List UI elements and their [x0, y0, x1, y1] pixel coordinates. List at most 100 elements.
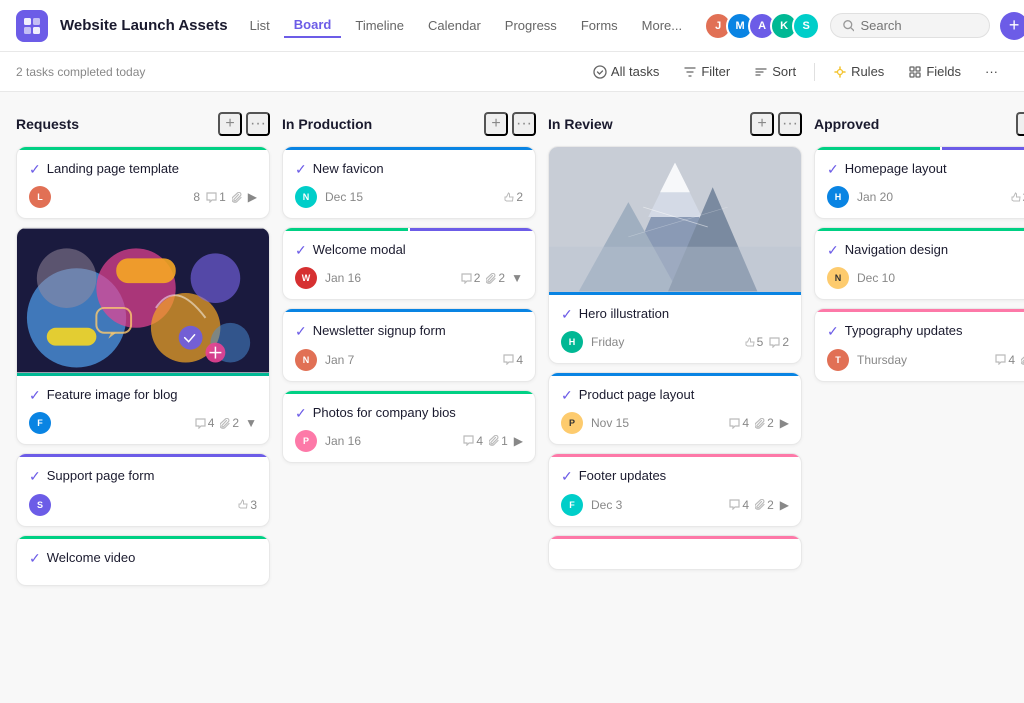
column-title-review: In Review [548, 116, 750, 132]
card-avatar: H [561, 331, 583, 353]
card-title[interactable]: Typography updates [845, 322, 963, 340]
card-support-form: ✓ Support page form S 3 [16, 453, 270, 526]
card-title[interactable]: Navigation design [845, 241, 948, 259]
card-title[interactable]: Feature image for blog [47, 386, 178, 404]
meta-expand[interactable]: ▶ [514, 434, 523, 448]
meta-comments: 2 [461, 271, 481, 285]
check-icon: ✓ [29, 161, 41, 178]
tab-forms[interactable]: Forms [571, 14, 628, 37]
card-footer: S 3 [29, 494, 257, 516]
card-body: ✓ Typography updates T Thursday 4 1 [815, 312, 1024, 380]
filter-button[interactable]: Filter [673, 60, 740, 83]
card-avatar: H [827, 186, 849, 208]
card-footer: W Jan 16 2 2 ▼ [295, 267, 523, 289]
column-header-review: In Review + ··· [548, 108, 802, 146]
meta-expand[interactable]: ▶ [248, 190, 257, 204]
card-title[interactable]: Footer updates [579, 467, 666, 485]
card-footer: N Dec 15 2 [295, 186, 523, 208]
sort-icon [754, 65, 768, 79]
card-title-row: ✓ Feature image for blog [29, 386, 257, 404]
card-title[interactable]: Homepage layout [845, 160, 947, 178]
add-card-approved[interactable]: + [1016, 112, 1024, 136]
card-navigation-design: ✓ Navigation design N Dec 10 3 [814, 227, 1024, 300]
more-review[interactable]: ··· [778, 112, 802, 136]
more-options-button[interactable]: ··· [975, 60, 1008, 83]
all-tasks-label: All tasks [611, 64, 659, 79]
card-footer: T Thursday 4 1 ▶ [827, 349, 1024, 371]
card-body-partial [549, 539, 801, 569]
all-tasks-button[interactable]: All tasks [583, 60, 669, 83]
meta-attach: 2 [486, 271, 505, 285]
card-body: ✓ New favicon N Dec 15 2 [283, 150, 535, 218]
all-tasks-icon [593, 65, 607, 79]
card-title[interactable]: Welcome modal [313, 241, 406, 259]
search-input[interactable] [860, 18, 977, 33]
card-title[interactable]: Landing page template [47, 160, 179, 178]
card-feature-image: ✓ Feature image for blog F 4 2 [16, 227, 270, 445]
meta-likes: 2 [503, 190, 523, 204]
attach-icon [755, 418, 765, 429]
check-icon: ✓ [295, 161, 307, 178]
tab-board[interactable]: Board [284, 13, 342, 38]
add-button[interactable]: + [1000, 12, 1024, 40]
tab-progress[interactable]: Progress [495, 14, 567, 37]
card-title-row: ✓ Homepage layout [827, 160, 1024, 178]
card-footer: L 8 1 ▶ [29, 186, 257, 208]
more-requests[interactable]: ··· [246, 112, 270, 136]
rules-button[interactable]: Rules [823, 60, 894, 83]
card-title[interactable]: New favicon [313, 160, 384, 178]
card-body: ✓ Support page form S 3 [17, 457, 269, 525]
card-title[interactable]: Welcome video [47, 549, 136, 567]
meta-count: 8 [193, 190, 200, 204]
sort-button[interactable]: Sort [744, 60, 806, 83]
toolbar-divider [814, 63, 815, 81]
comment-icon [769, 337, 780, 348]
column-in-production: In Production + ··· ✓ New favicon N Dec … [282, 108, 536, 471]
check-icon: ✓ [29, 550, 41, 567]
card-title[interactable]: Support page form [47, 467, 155, 485]
meta-expand[interactable]: ▼ [511, 271, 523, 285]
comment-icon [463, 435, 474, 446]
meta-comments: 4 [463, 434, 483, 448]
card-title[interactable]: Newsletter signup form [313, 322, 446, 340]
meta-expand[interactable]: ▼ [245, 416, 257, 430]
check-icon: ✓ [561, 468, 573, 485]
meta-attach [232, 192, 242, 203]
card-title-row: ✓ Welcome modal [295, 241, 523, 259]
card-body: ✓ Homepage layout H Jan 20 2 4 [815, 150, 1024, 218]
card-body: ✓ Navigation design N Dec 10 3 [815, 231, 1024, 299]
tab-calendar[interactable]: Calendar [418, 14, 491, 37]
card-footer: N Jan 7 4 [295, 349, 523, 371]
card-avatar: T [827, 349, 849, 371]
column-header-approved: Approved + ··· [814, 108, 1024, 146]
card-title[interactable]: Photos for company bios [313, 404, 456, 422]
add-card-review[interactable]: + [750, 112, 774, 136]
meta-attach: 2 [755, 416, 774, 430]
meta-expand[interactable]: ▶ [780, 498, 789, 512]
rules-icon [833, 65, 847, 79]
check-icon: ✓ [827, 161, 839, 178]
add-card-production[interactable]: + [484, 112, 508, 136]
toolbar: 2 tasks completed today All tasks Filter… [0, 52, 1024, 92]
search-bar[interactable] [830, 13, 990, 38]
card-body: ✓ Footer updates F Dec 3 4 2 [549, 457, 801, 525]
card-homepage-layout: ✓ Homepage layout H Jan 20 2 4 [814, 146, 1024, 219]
card-welcome-modal: ✓ Welcome modal W Jan 16 2 2 [282, 227, 536, 300]
more-production[interactable]: ··· [512, 112, 536, 136]
fields-button[interactable]: Fields [898, 60, 971, 83]
tab-timeline[interactable]: Timeline [345, 14, 414, 37]
attach-icon [755, 499, 765, 510]
filter-icon [683, 65, 697, 79]
card-avatar: S [29, 494, 51, 516]
nav-tabs: List Board Timeline Calendar Progress Fo… [240, 13, 693, 38]
tab-more[interactable]: More... [632, 14, 692, 37]
card-title[interactable]: Hero illustration [579, 305, 669, 323]
attach-icon [232, 192, 242, 203]
fields-label: Fields [926, 64, 961, 79]
tab-list[interactable]: List [240, 14, 280, 37]
card-date: Jan 16 [325, 434, 455, 448]
card-title[interactable]: Product page layout [579, 386, 695, 404]
meta-expand[interactable]: ▶ [780, 416, 789, 430]
card-meta: 4 [503, 353, 523, 367]
add-card-requests[interactable]: + [218, 112, 242, 136]
